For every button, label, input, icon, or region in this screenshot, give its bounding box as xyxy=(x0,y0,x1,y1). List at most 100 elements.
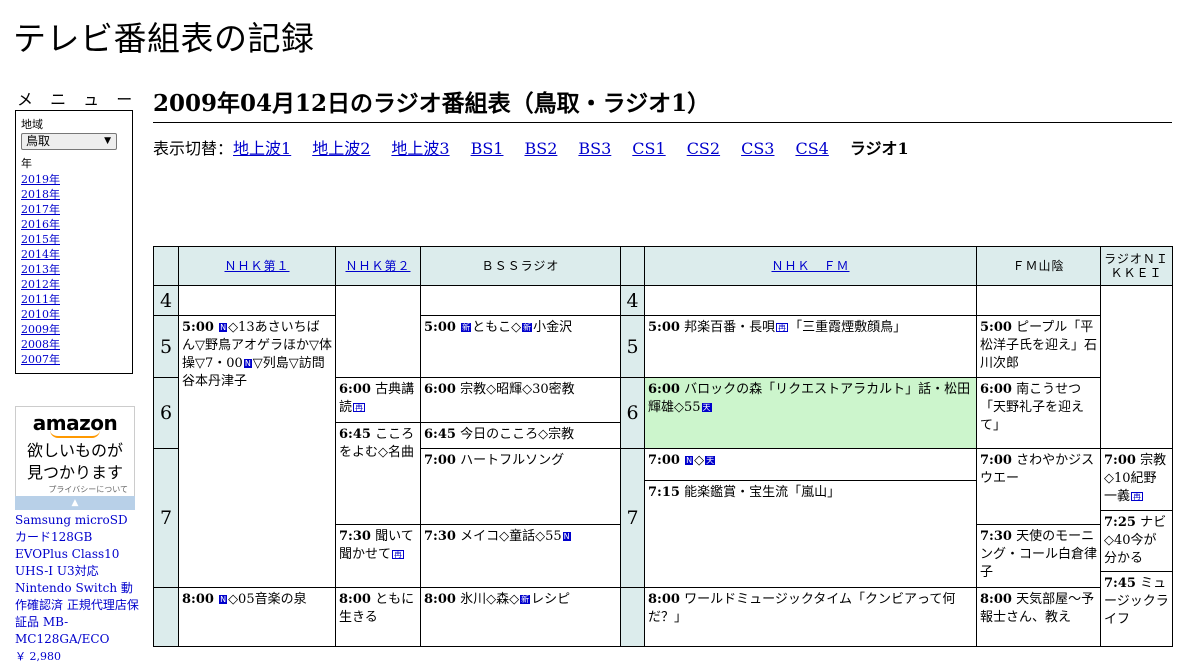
program-cell[interactable]: 7:45 ミュージックライフ xyxy=(1100,571,1173,647)
program-cell[interactable]: 6:00 古典講読再 xyxy=(335,377,421,423)
program-cell-current[interactable]: 6:00 バロックの森「リクエストアラカルト」話・松田輝雄◇55 天 xyxy=(644,377,977,449)
channel-link-nhkfm[interactable]: ＮＨＫ ＦＭ xyxy=(771,259,849,273)
rebroadcast-icon: 再 xyxy=(1131,492,1144,501)
ad-text-line: 欲しいものが xyxy=(26,441,123,460)
year-link[interactable]: 2015年 xyxy=(21,232,127,247)
weather-icon: 天 xyxy=(705,456,716,465)
program-title: 宗教◇昭輝◇30密教 xyxy=(460,382,575,397)
program-time: 8:00 xyxy=(648,592,680,607)
news-icon: N xyxy=(562,532,571,541)
hour-label: 4 xyxy=(620,285,645,316)
rebroadcast-icon: 再 xyxy=(776,323,789,332)
program-title: メイコ◇童話◇55 xyxy=(460,529,562,544)
site-title: テレビ番組表の記録 xyxy=(13,19,315,58)
program-cell[interactable]: 7:00 宗教◇10紀野一義再 xyxy=(1100,448,1173,511)
program-time: 7:30 xyxy=(424,529,456,544)
chevron-up-icon: ▲ xyxy=(71,498,79,508)
news-icon: N xyxy=(219,323,228,332)
program-cell-empty xyxy=(335,285,421,378)
program-cell[interactable]: 7:30 天使のモーニング・コール白倉律子 xyxy=(976,524,1101,588)
news-icon: N xyxy=(219,595,228,604)
ad-collapse-bar[interactable]: ▲ xyxy=(15,496,135,510)
year-link[interactable]: 2008年 xyxy=(21,337,127,352)
program-cell[interactable]: 6:00 南こうせつ「天野礼子を迎えて」 xyxy=(976,377,1101,449)
switch-link-chijoha3[interactable]: 地上波3 xyxy=(391,139,449,158)
program-cell[interactable]: 7:30 聞いて聞かせて再 xyxy=(335,524,421,588)
program-cell[interactable]: 7:00 N ◇ 天 xyxy=(644,448,977,481)
program-cell[interactable]: 5:00 ピープル「平松洋子氏を迎え」石川次郎 xyxy=(976,315,1101,378)
year-link[interactable]: 2011年 xyxy=(21,292,127,307)
program-time: 7:00 xyxy=(424,453,456,468)
region-value: 鳥取 xyxy=(26,134,51,148)
switch-link-chijoha1[interactable]: 地上波1 xyxy=(233,139,291,158)
switch-link-cs3[interactable]: CS3 xyxy=(741,139,774,158)
product-price: ￥ 2,980 xyxy=(15,650,61,663)
ad-privacy-link[interactable]: プライバシーについて xyxy=(16,484,134,495)
column-header: ラジオＮＩＫＫＥＩ xyxy=(1100,246,1173,286)
rebroadcast-icon: 再 xyxy=(353,403,366,412)
year-link[interactable]: 2007年 xyxy=(21,352,127,367)
hour-label: 6 xyxy=(620,377,645,449)
program-cell[interactable]: 7:25 ナビ◇40今が分かる xyxy=(1100,510,1173,572)
program-time: 7:00 xyxy=(1104,453,1136,468)
program-title: ともこ◇ xyxy=(472,320,522,335)
year-link[interactable]: 2010年 xyxy=(21,307,127,322)
program-cell[interactable]: 7:30 メイコ◇童話◇55 N xyxy=(420,524,621,588)
program-title: ワールドミュージックタイム「クンビアって何だ？」 xyxy=(648,592,956,625)
program-time: 5:00 xyxy=(182,320,214,335)
amazon-ad[interactable]: amazon 欲しいものが 見つかります プライバシーについて xyxy=(15,406,135,510)
year-link[interactable]: 2009年 xyxy=(21,322,127,337)
year-link[interactable]: 2013年 xyxy=(21,262,127,277)
program-cell[interactable]: 7:00 ハートフルソング xyxy=(420,448,621,525)
program-time: 7:15 xyxy=(648,485,680,500)
program-time: 5:00 xyxy=(648,320,680,335)
program-title: ◇ xyxy=(694,453,705,468)
program-cell[interactable]: 8:00 ワールドミュージックタイム「クンビアって何だ？」 xyxy=(644,587,977,647)
program-cell[interactable]: 7:15 能楽鑑賞・宝生流「嵐山」 xyxy=(644,480,977,588)
channel-link-nhk2[interactable]: ＮＨＫ第２ xyxy=(345,259,410,273)
program-cell[interactable]: 6:00 宗教◇昭輝◇30密教 xyxy=(420,377,621,423)
program-time: 6:45 xyxy=(424,427,456,442)
program-time: 7:30 xyxy=(339,529,371,544)
ad-product-link[interactable]: Samsung microSDカード128GB EVOPlus Class10 … xyxy=(15,512,139,665)
program-cell-empty xyxy=(178,285,336,316)
hour-label: 7 xyxy=(620,448,645,588)
switch-link-bs3[interactable]: BS3 xyxy=(578,139,611,158)
program-cell[interactable]: 6:45 今日のこころ◇宗教 xyxy=(420,422,621,449)
switch-link-cs2[interactable]: CS2 xyxy=(687,139,720,158)
switch-link-bs2[interactable]: BS2 xyxy=(524,139,557,158)
column-header: ＢＳＳラジオ xyxy=(420,246,621,286)
program-cell[interactable]: 8:00 氷川◇森◇ 新レシピ xyxy=(420,587,621,647)
program-cell[interactable]: 5:00 邦楽百番・長唄再「三重霞煙敷顔鳥」 xyxy=(644,315,977,378)
year-link[interactable]: 2019年 xyxy=(21,172,127,187)
region-select[interactable]: 鳥取 ▼ xyxy=(21,133,117,150)
program-time: 5:00 xyxy=(980,320,1012,335)
program-cell[interactable]: 8:00 天気部屋～予報士さん、教え xyxy=(976,587,1101,647)
switch-link-cs1[interactable]: CS1 xyxy=(632,139,665,158)
column-header: ＮＨＫ第２ xyxy=(335,246,421,286)
switch-link-chijoha2[interactable]: 地上波2 xyxy=(312,139,370,158)
program-time: 6:00 xyxy=(339,382,371,397)
year-link[interactable]: 2016年 xyxy=(21,217,127,232)
channel-link-nhk1[interactable]: ＮＨＫ第１ xyxy=(224,259,289,273)
year-link[interactable]: 2014年 xyxy=(21,247,127,262)
switch-link-cs4[interactable]: CS4 xyxy=(795,139,828,158)
program-cell[interactable]: 5:00 N ◇13あさいちばん▽野鳥アオゲラほか▽体操▽7・00 N ▽列島▽訪問 … xyxy=(178,315,336,588)
program-title: 小金沢 xyxy=(533,320,573,335)
news-icon: N xyxy=(685,456,694,465)
program-time: 8:00 xyxy=(980,592,1012,607)
year-link[interactable]: 2018年 xyxy=(21,187,127,202)
program-cell[interactable]: 8:00 ともに生きる xyxy=(335,587,421,647)
year-link[interactable]: 2012年 xyxy=(21,277,127,292)
program-cell[interactable]: 8:00 N ◇05音楽の泉 xyxy=(178,587,336,647)
column-header: ＮＨＫ ＦＭ xyxy=(644,246,977,286)
program-cell[interactable]: 5:00 新ともこ◇ 新小金沢 xyxy=(420,315,621,378)
program-cell[interactable]: 7:00 さわやかジスウエー xyxy=(976,448,1101,525)
program-time: 5:00 xyxy=(424,320,456,335)
program-time: 7:00 xyxy=(980,453,1012,468)
hour-label: 6 xyxy=(153,377,179,449)
switch-link-bs1[interactable]: BS1 xyxy=(471,139,504,158)
year-link[interactable]: 2017年 xyxy=(21,202,127,217)
program-cell[interactable]: 6:45 こころをよむ◇名曲 xyxy=(335,422,421,525)
program-time: 8:00 xyxy=(339,592,371,607)
